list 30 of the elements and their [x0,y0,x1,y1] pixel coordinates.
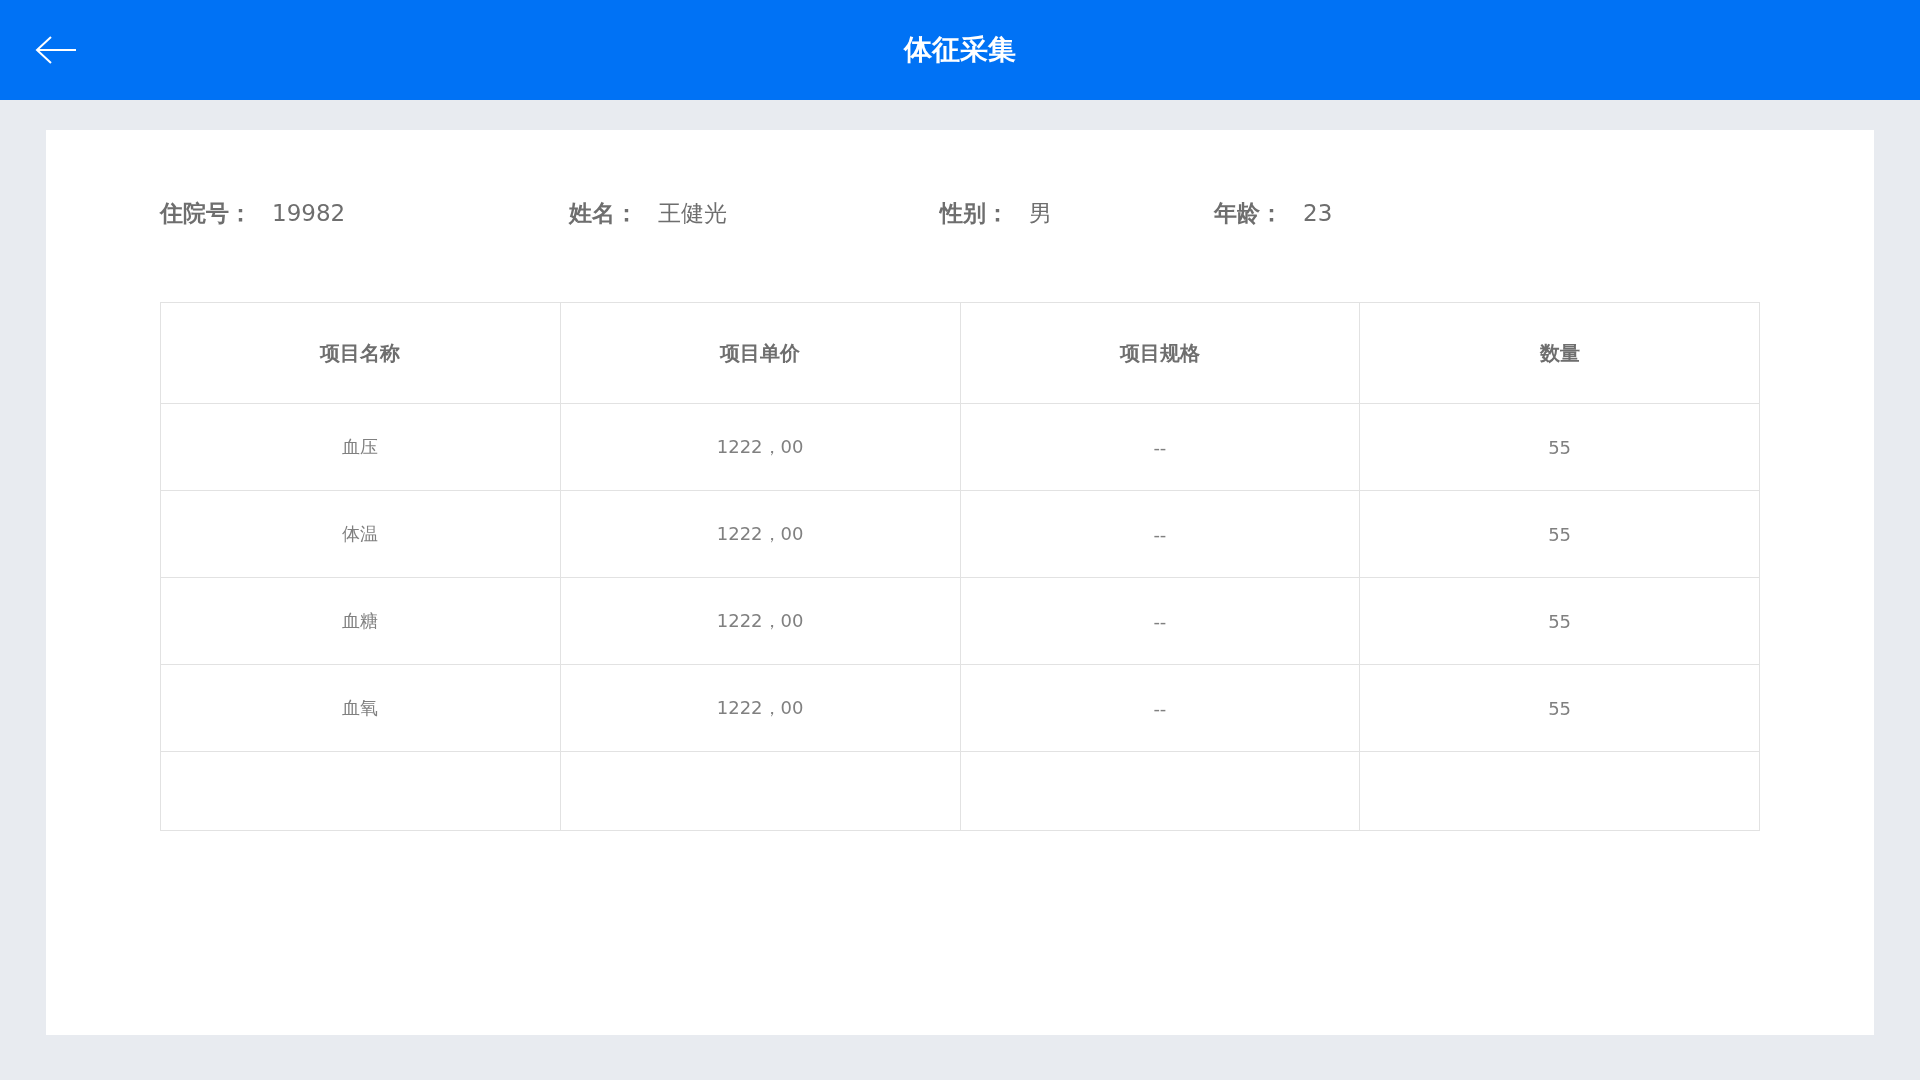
table-cell: 55 [1359,403,1760,491]
column-header: 数量 [1359,302,1760,404]
field-label: 姓名： [569,198,638,228]
column-header: 项目名称 [160,302,561,404]
table-cell: 1222，00 [560,664,960,752]
table-cell: -- [960,664,1360,752]
field-value: 男 [1029,198,1052,228]
back-arrow-icon [35,35,77,65]
field-value: 王健光 [658,198,727,228]
table-cell: 血氧 [160,664,561,752]
table-cell: 1222，00 [560,403,960,491]
column-header: 项目规格 [960,302,1360,404]
table-cell: 1222，00 [560,577,960,665]
table-cell: 55 [1359,664,1760,752]
page-title: 体征采集 [904,32,1016,68]
table-cell: 血糖 [160,577,561,665]
table-cell: 体温 [160,490,561,578]
field-value: 19982 [272,200,346,226]
table-cell: 55 [1359,490,1760,578]
table-cell: -- [960,403,1360,491]
field-label: 年龄： [1214,198,1283,228]
column-header: 项目单价 [560,302,960,404]
table-cell: 血压 [160,403,561,491]
field-label: 住院号： [160,198,252,228]
field-label: 性别： [940,198,1009,228]
table-cell: 55 [1359,577,1760,665]
table-cell: -- [960,577,1360,665]
field-value: 23 [1303,200,1333,226]
table-cell: 1222，00 [560,490,960,578]
table-cell: -- [960,490,1360,578]
